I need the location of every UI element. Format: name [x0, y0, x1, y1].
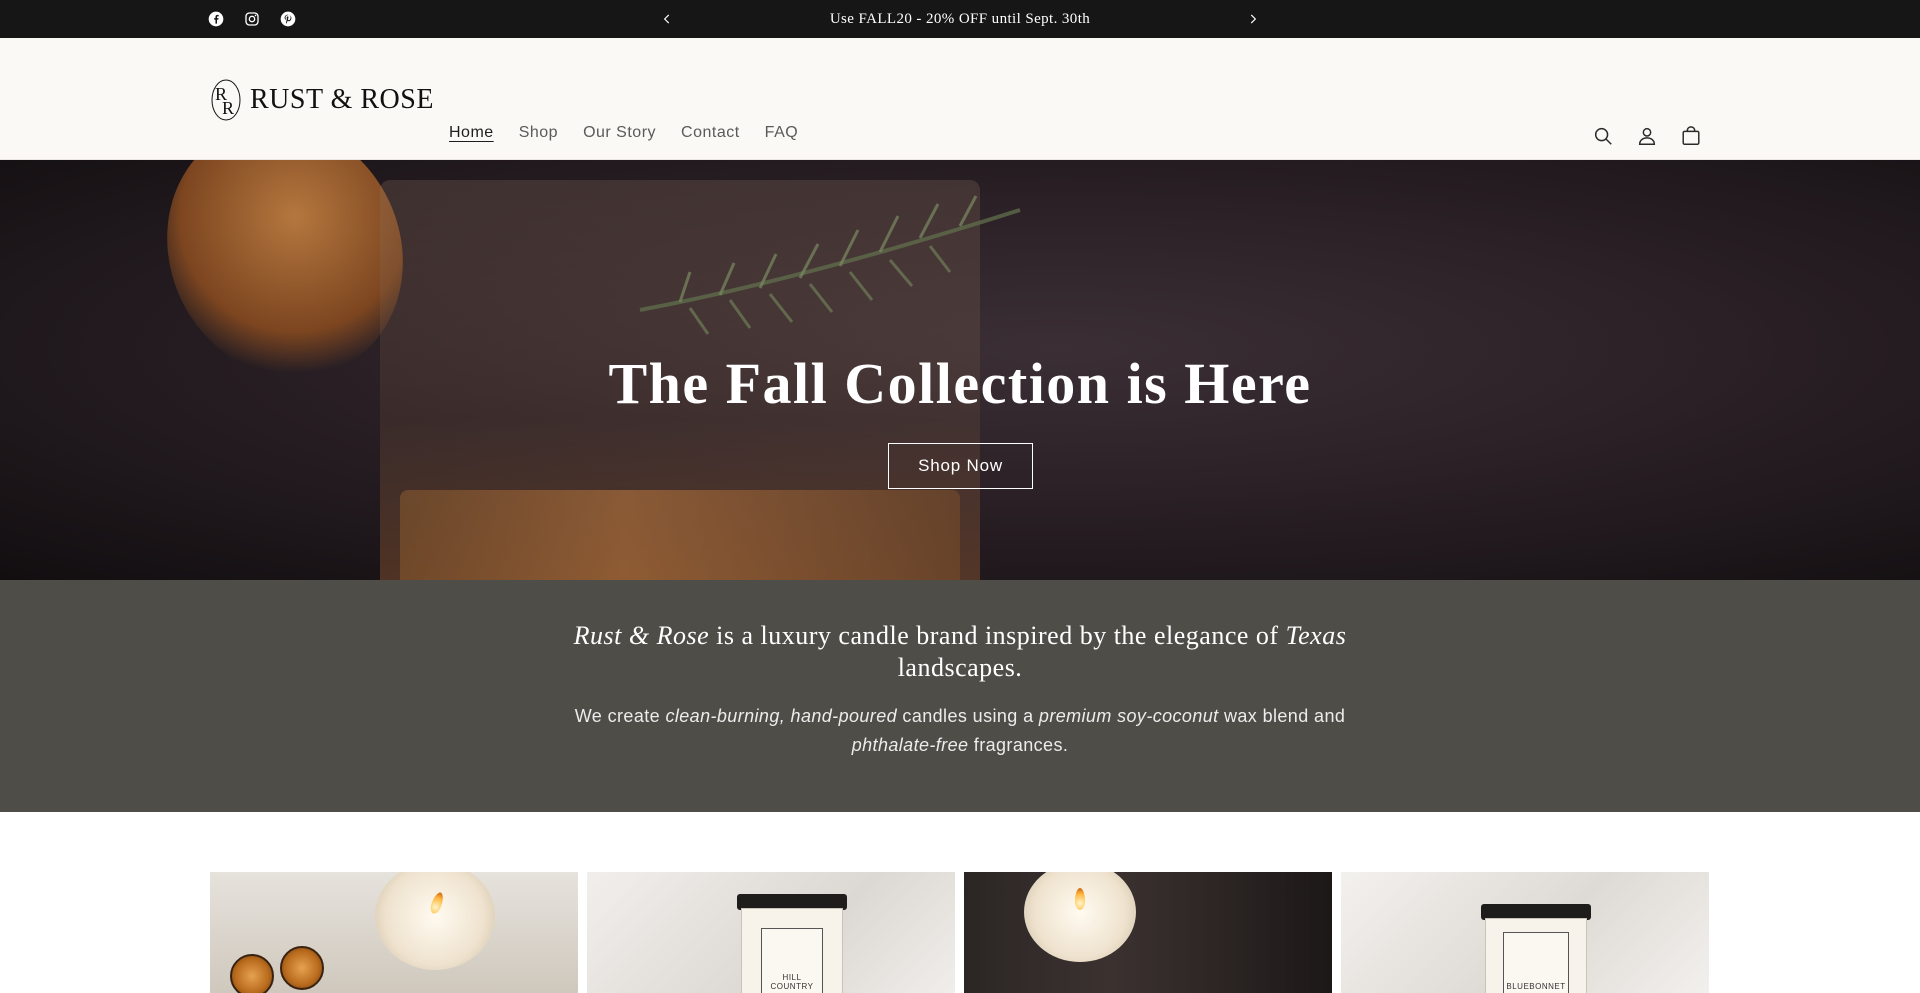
product-card[interactable] — [964, 872, 1332, 993]
jar-label: HILL COUNTRY — [761, 928, 823, 993]
body-part-4: fragrances. — [968, 735, 1069, 755]
announcement-text: Use FALL20 - 20% OFF until Sept. 30th — [829, 11, 1091, 27]
flame-image — [1075, 888, 1085, 910]
jar-label: BLUEBONNET — [1503, 932, 1569, 993]
brand-intro-body: We create clean-burning, hand-poured can… — [560, 702, 1360, 760]
header-actions — [1591, 124, 1703, 148]
product-card[interactable]: BLUEBONNET — [1341, 872, 1709, 993]
search-icon[interactable] — [1591, 124, 1615, 148]
hero-orange-garnish-image — [400, 490, 960, 580]
body-emphasis-2: premium soy-coconut — [1038, 706, 1219, 726]
brand-intro-section: Rust & Rose is a luxury candle brand ins… — [0, 580, 1920, 812]
site-header: R R RUST & ROSE Home Shop Our Story Cont… — [0, 38, 1920, 160]
nav-contact[interactable]: Contact — [681, 124, 740, 142]
nav-shop[interactable]: Shop — [519, 124, 558, 142]
shop-now-button[interactable]: Shop Now — [888, 443, 1033, 489]
facebook-icon[interactable] — [206, 9, 226, 29]
brand-intro-heading-end: landscapes. — [897, 653, 1023, 682]
svg-text:R: R — [222, 98, 234, 118]
brand-intro-heading: Rust & Rose is a luxury candle brand ins… — [560, 620, 1360, 684]
nav-our-story[interactable]: Our Story — [583, 124, 656, 142]
orange-slice-image — [230, 954, 274, 993]
chevron-left-icon — [663, 14, 670, 24]
monogram-logo-icon: R R — [211, 79, 241, 121]
body-emphasis-1: clean-burning, hand-poured — [665, 706, 898, 726]
candle-image — [1024, 872, 1136, 962]
product-card[interactable] — [210, 872, 578, 993]
pinterest-icon[interactable] — [278, 9, 298, 29]
brand-intro-heading-mid: is a luxury candle brand inspired by the… — [709, 621, 1286, 650]
orange-slice-image — [280, 946, 324, 990]
nav-faq[interactable]: FAQ — [765, 124, 799, 142]
hero-banner: The Fall Collection is Here Shop Now — [0, 160, 1920, 580]
instagram-icon[interactable] — [242, 9, 262, 29]
body-part-3: wax blend and — [1218, 706, 1346, 726]
body-emphasis-3: phthalate-free — [851, 735, 969, 755]
social-links — [206, 9, 298, 29]
chevron-right-icon — [1250, 14, 1257, 24]
main-nav: Home Shop Our Story Contact FAQ — [449, 124, 798, 142]
place-emphasis: Texas — [1285, 621, 1347, 650]
announcement-next-button[interactable] — [1241, 7, 1265, 31]
cart-icon[interactable] — [1679, 124, 1703, 148]
brand-name-emphasis: Rust & Rose — [573, 621, 710, 650]
body-part-1: We create — [574, 706, 666, 726]
hero-title: The Fall Collection is Here — [608, 351, 1312, 416]
brand-name: RUST & ROSE — [250, 84, 434, 115]
candle-image — [375, 872, 495, 970]
nav-home[interactable]: Home — [449, 124, 494, 142]
announcement-bar: Use FALL20 - 20% OFF until Sept. 30th — [0, 0, 1920, 38]
account-icon[interactable] — [1635, 124, 1659, 148]
announcement-prev-button[interactable] — [655, 7, 679, 31]
product-grid: HILL COUNTRY BLUEBONNET — [210, 872, 1710, 993]
body-part-2: candles using a — [897, 706, 1039, 726]
brand-logo[interactable]: R R RUST & ROSE — [210, 76, 434, 124]
product-card[interactable]: HILL COUNTRY — [587, 872, 955, 993]
